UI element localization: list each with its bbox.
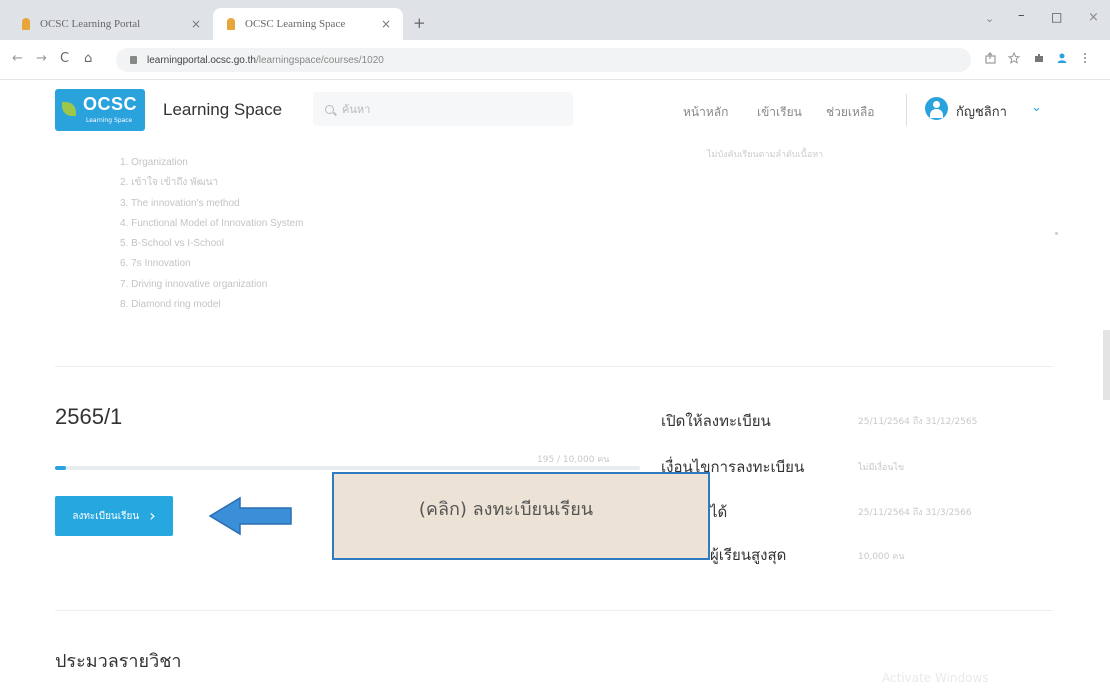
topic-item: 1. Organization [120, 157, 188, 168]
meta-value-study-period: 25/11/2564 ถึง 31/3/2566 [858, 508, 972, 518]
url-text: learningportal.ocsc.go.th/learningspace/… [147, 54, 384, 66]
extensions-icon[interactable] [1033, 52, 1045, 64]
lock-icon [130, 56, 137, 64]
topic-item: 8. Diamond ring model [120, 299, 221, 311]
forward-icon[interactable]: → [36, 51, 47, 66]
topic-item: 2. เข้าใจ เข้าถึง พัฒนา [120, 177, 219, 189]
menu-icon[interactable] [1082, 52, 1088, 64]
browser-tab-learning-portal[interactable]: OCSC Learning Portal × [8, 8, 213, 40]
meta-label-registration-open: เปิดให้ลงทะเบียน [661, 412, 771, 430]
logo-text: OCSC [83, 94, 138, 114]
enrollment-count: 195 / 10,000 คน [537, 455, 610, 465]
section-divider [55, 610, 1053, 611]
topic-item: 6. 7s Innovation [120, 258, 191, 270]
meta-label-max-learners: ผู้เรียนสูงสุด [710, 546, 787, 564]
decorative-dot [1055, 232, 1058, 235]
meta-label-study-period: ได้ [710, 503, 728, 521]
close-window-button[interactable]: × [1088, 10, 1099, 25]
home-icon[interactable]: ⌂ [84, 51, 92, 66]
profile-icon[interactable] [1056, 52, 1068, 64]
ocsc-logo[interactable]: OCSC Learning Space [55, 89, 145, 131]
brand-name: Learning Space [163, 100, 283, 119]
section-divider [55, 366, 1053, 367]
meta-value-conditions: ไม่มีเงื่อนไข [858, 463, 905, 473]
back-icon[interactable]: ← [12, 51, 23, 66]
topic-list: 1. Organization 2. เข้าใจ เข้าถึง พัฒนา … [120, 153, 303, 315]
chevron-right-icon: › [149, 506, 156, 525]
minimize-button[interactable]: – [1018, 8, 1025, 23]
callout-text: (คลิก) ลงทะเบียนเรียน [418, 499, 594, 520]
enrollment-progress-bar [55, 466, 640, 470]
browser-tab-learning-space[interactable]: OCSC Learning Space × [213, 8, 403, 40]
topic-item: 5. B-School vs I-School [120, 238, 224, 250]
url-field[interactable]: learningportal.ocsc.go.th/learningspace/… [116, 48, 971, 72]
tab-title: OCSC Learning Space [245, 18, 346, 30]
share-icon[interactable] [985, 52, 997, 64]
nav-home[interactable]: หน้าหลัก [683, 103, 728, 122]
browser-address-bar: ← → C ⌂ learningportal.ocsc.go.th/learni… [0, 40, 1110, 80]
browser-tab-bar: OCSC Learning Portal × OCSC Learning Spa… [0, 0, 1110, 40]
topic-item: 3. The innovation's method [120, 197, 240, 209]
meta-value-registration-open: 25/11/2564 ถึง 31/12/2565 [858, 417, 978, 427]
chevron-down-icon[interactable]: ⌄ [1031, 100, 1042, 115]
tab-title: OCSC Learning Portal [40, 18, 141, 30]
favicon-icon [227, 18, 235, 30]
reload-icon[interactable]: C [60, 51, 69, 66]
site-header: OCSC Learning Space Learning Space หน้าห… [0, 80, 1110, 144]
pointing-arrow-icon [208, 496, 292, 536]
term-title: 2565/1 [55, 404, 123, 429]
user-avatar-icon[interactable] [925, 97, 948, 120]
meta-value-max-learners: 10,000 คน [858, 552, 905, 562]
topic-item: 4. Functional Model of Innovation System [120, 217, 304, 229]
user-name[interactable]: กัญชลิกา [956, 101, 1007, 122]
topic-item: 7. Driving innovative organization [120, 278, 268, 290]
maximize-button[interactable]: □ [1051, 10, 1062, 24]
enrollment-progress-fill [55, 466, 67, 470]
enroll-button[interactable]: ลงทะเบียนเรียน › [55, 496, 173, 536]
close-tab-icon[interactable]: × [189, 17, 203, 31]
close-tab-icon[interactable]: × [379, 17, 393, 31]
enroll-button-label: ลงทะเบียนเรียน [72, 510, 140, 522]
nav-enter-class[interactable]: เข้าเรียน [757, 103, 802, 122]
content-order-note: ไม่บังคับเรียนตามลำดับเนื้อหา [707, 150, 824, 160]
syllabus-heading: ประมวลรายวิชา [55, 651, 182, 672]
instruction-callout: (คลิก) ลงทะเบียนเรียน [332, 472, 710, 560]
search-icon [325, 104, 334, 114]
nav-divider [906, 94, 907, 126]
tab-search-icon[interactable]: ⌄ [985, 12, 994, 25]
logo-subtext: Learning Space [86, 117, 133, 124]
search-box[interactable] [313, 92, 573, 126]
leaf-icon [62, 102, 76, 116]
favicon-icon [22, 18, 30, 30]
page-scrollbar[interactable] [1103, 330, 1110, 400]
star-icon[interactable] [1008, 52, 1020, 64]
nav-help[interactable]: ช่วยเหลือ [826, 103, 875, 122]
new-tab-button[interactable]: + [413, 14, 426, 32]
search-input[interactable] [342, 102, 542, 116]
windows-activation-watermark: Activate Windows [882, 671, 989, 685]
